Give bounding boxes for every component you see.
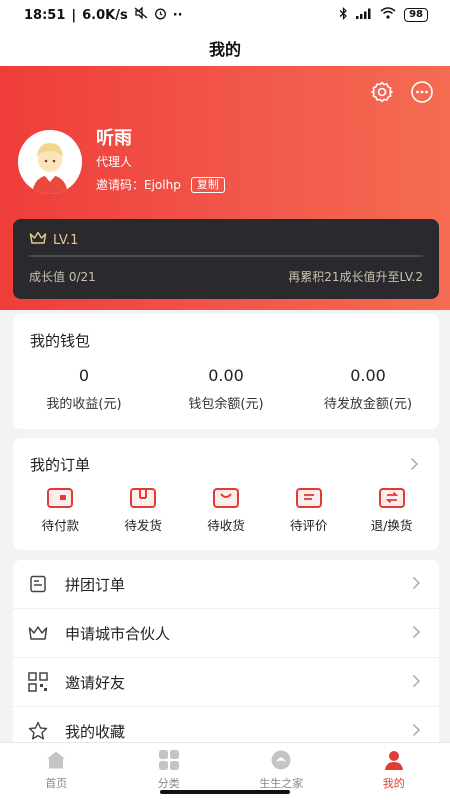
bluetooth-icon: [339, 6, 348, 24]
chevron-right-icon[interactable]: [410, 456, 419, 475]
menu-card: 拼团订单 申请城市合伙人 邀请好友 我的收藏: [13, 560, 439, 760]
order-status-row: 待付款 待发货 待收货 待评价 退/换货: [13, 488, 439, 534]
order-return-exchange[interactable]: 退/换货: [357, 488, 427, 534]
tab-label: 首页: [45, 777, 68, 790]
status-right: 98: [339, 6, 428, 24]
menu-label: 邀请好友: [65, 673, 126, 692]
chevron-right-icon: [412, 575, 421, 594]
status-bar: 18:51 | 6.0K/s ·· 98: [0, 0, 450, 30]
menu-item-city-partner[interactable]: 申请城市合伙人: [13, 609, 439, 658]
crown-icon: [29, 231, 47, 249]
upgrade-hint: 再累积21成长值升至LV.2: [288, 270, 423, 284]
box-icon: [130, 488, 157, 508]
orders-title: 我的订单: [30, 456, 91, 474]
orders-card: 我的订单 待付款 待发货 待收货 待评价 退/换货: [13, 438, 439, 550]
tab-label: 我的: [382, 777, 405, 790]
menu-label: 拼团订单: [65, 575, 126, 594]
status-left: 18:51 | 6.0K/s ··: [24, 6, 183, 24]
more-notifications-icon: ··: [172, 7, 183, 23]
invite-code-value: Ejolhp: [144, 178, 181, 192]
tab-mine[interactable]: 我的: [338, 743, 450, 800]
order-pending-review[interactable]: 待评价: [274, 488, 344, 534]
menu-label: 我的收藏: [65, 722, 126, 741]
wallet-stat-value: 0.00: [350, 366, 386, 385]
wallet-title: 我的钱包: [30, 332, 91, 350]
chevron-right-icon: [412, 722, 421, 741]
order-label: 退/换货: [370, 518, 413, 533]
tab-label: 分类: [157, 777, 180, 790]
status-time: 18:51: [24, 7, 66, 23]
level-card[interactable]: LV.1 成长值 0/21 再累积21成长值升至LV.2: [13, 219, 439, 299]
menu-item-invite-friends[interactable]: 邀请好友: [13, 658, 439, 707]
wallet-balance[interactable]: 0.00 钱包余额(元): [155, 366, 297, 412]
wallet-icon: [47, 488, 74, 508]
wallet-stat-value: 0.00: [208, 366, 244, 385]
copy-invite-button[interactable]: 复制: [190, 176, 225, 193]
chevron-right-icon: [412, 624, 421, 643]
wallet-stats: 0 我的收益(元) 0.00 钱包余额(元) 0.00 待发放金额(元): [13, 366, 439, 412]
star-icon: [27, 720, 49, 742]
order-label: 待发货: [124, 518, 162, 533]
chevron-right-icon: [412, 673, 421, 692]
order-label: 待收货: [207, 518, 245, 533]
hero-actions: [370, 80, 434, 104]
invite-code-label: 邀请码：: [96, 178, 145, 192]
wallet-stat-value: 0: [78, 366, 90, 385]
invite-code-row: 邀请码：Ejolhp 复制: [96, 176, 225, 193]
status-network-speed: 6.0K/s: [82, 7, 128, 23]
order-pending-shipment[interactable]: 待发货: [108, 488, 178, 534]
menu-item-group-orders[interactable]: 拼团订单: [13, 560, 439, 609]
order-label: 待付款: [41, 518, 80, 533]
menu-label: 申请城市合伙人: [65, 624, 171, 643]
avatar[interactable]: [18, 130, 82, 194]
user-name: 听雨: [96, 128, 132, 149]
growth-value: 成长值 0/21: [29, 270, 96, 284]
document-icon: [27, 573, 49, 595]
wallet-earnings[interactable]: 0 我的收益(元): [13, 366, 155, 412]
battery-indicator: 98: [404, 8, 428, 22]
qr-code-icon: [27, 671, 49, 693]
message-icon[interactable]: [410, 80, 434, 104]
level-progress-track: [29, 255, 423, 257]
tab-home[interactable]: 首页: [0, 743, 113, 800]
home-icon: [44, 749, 68, 771]
crown-icon: [27, 622, 49, 644]
wallet-card: 我的钱包 0 我的收益(元) 0.00 钱包余额(元) 0.00 待发放金额(元…: [13, 314, 439, 429]
category-icon: [157, 749, 181, 771]
signal-icon: [356, 8, 372, 23]
wallet-pending[interactable]: 0.00 待发放金额(元): [297, 366, 439, 412]
level-header: LV.1: [29, 231, 78, 249]
wallet-stat-label: 钱包余额(元): [188, 397, 264, 412]
home-indicator[interactable]: [160, 790, 290, 794]
wifi-icon: [380, 7, 396, 23]
package-icon: [212, 488, 239, 508]
page-title-bar: 我的: [0, 30, 450, 66]
order-pending-payment[interactable]: 待付款: [25, 488, 95, 534]
wallet-stat-label: 我的收益(元): [46, 397, 122, 412]
comment-icon: [295, 488, 322, 508]
alarm-icon: [154, 7, 167, 24]
level-name: LV.1: [53, 232, 79, 248]
avatar-illustration-icon: [18, 130, 82, 194]
level-footer: 成长值 0/21 再累积21成长值升至LV.2: [29, 268, 423, 285]
tab-label: 生生之家: [259, 777, 304, 790]
exchange-icon: [378, 488, 405, 508]
order-pending-receipt[interactable]: 待收货: [191, 488, 261, 534]
settings-icon[interactable]: [370, 80, 394, 104]
invite-code: 邀请码：Ejolhp: [96, 176, 181, 193]
family-icon: [269, 749, 293, 771]
wallet-stat-label: 待发放金额(元): [323, 397, 413, 412]
page-title: 我的: [208, 40, 241, 59]
user-role: 代理人: [96, 155, 133, 169]
person-icon: [382, 749, 406, 771]
order-label: 待评价: [290, 518, 328, 533]
mute-icon: [134, 6, 148, 23]
status-separator: |: [71, 7, 77, 23]
